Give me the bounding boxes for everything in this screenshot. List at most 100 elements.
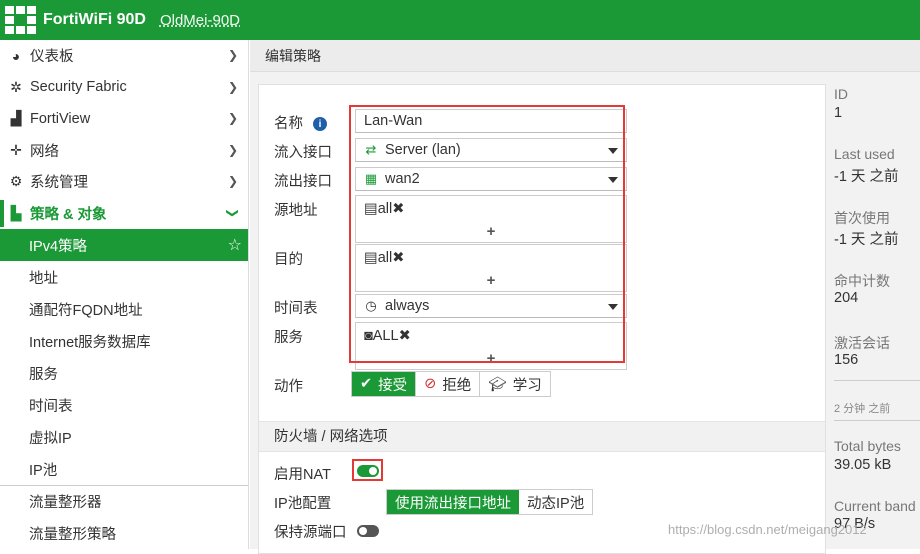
- active-sessions-label: 激活会话: [834, 335, 890, 351]
- add-service-button[interactable]: +: [356, 348, 626, 369]
- sidebar-item-system[interactable]: ⚙ 系统管理 ❯: [0, 166, 248, 198]
- sidebar-subitem-schedules[interactable]: 时间表: [0, 389, 248, 421]
- add-source-button[interactable]: +: [356, 221, 626, 242]
- source-address-field[interactable]: ▤ all ✖ +: [355, 195, 627, 243]
- sidebar-subitem-label: IP池: [29, 462, 58, 479]
- network-icon: ✛: [10, 141, 22, 158]
- sidebar-subitem-shaper[interactable]: 流量整形器: [0, 485, 248, 517]
- outgoing-interface-label: 流出接口: [274, 174, 332, 190]
- action-label: 动作: [274, 379, 303, 395]
- sidebar-subitem-shaping-policy[interactable]: 流量整形策略: [0, 517, 248, 549]
- ippool-config-label: IP池配置: [274, 496, 332, 512]
- sidebar-subitem-ipv4-policy[interactable]: IPv4策略 ☆: [0, 229, 248, 261]
- graduation-cap-icon: 🎓︎: [488, 376, 507, 393]
- info-icon[interactable]: i: [313, 117, 327, 132]
- source-label: 源地址: [274, 203, 318, 219]
- preserve-port-label: 保持源端口: [274, 525, 347, 541]
- sidebar-subitem-isdb[interactable]: Internet服务数据库: [0, 325, 248, 357]
- preserve-port-toggle[interactable]: [357, 525, 379, 537]
- sidebar-subitem-vip[interactable]: 虚拟IP: [0, 421, 248, 453]
- destination-address-field[interactable]: ▤ all ✖ +: [355, 244, 627, 292]
- name-label-text: 名称: [274, 116, 303, 132]
- remove-icon[interactable]: ✖: [399, 328, 411, 344]
- destination-value: all: [377, 249, 393, 266]
- schedule-label: 时间表: [274, 301, 318, 317]
- sidebar-item-fortiview[interactable]: ▟ FortiView ❯: [0, 103, 248, 135]
- learn-label: 学习: [512, 377, 542, 394]
- watermark: https://blog.csdn.net/meigang2012: [668, 522, 867, 537]
- service-entry: ◙ ALL ✖: [356, 323, 626, 348]
- action-toggle-group: ✔ 接受 ⊘ 拒绝 🎓︎ 学习: [351, 371, 551, 397]
- fortinet-logo-icon: [5, 6, 36, 34]
- incoming-interface-label: 流入接口: [274, 145, 332, 161]
- incoming-interface-select[interactable]: ⇄ Server (lan): [355, 138, 627, 162]
- service-field[interactable]: ◙ ALL ✖ +: [355, 322, 627, 370]
- sidebar-item-label: Security Fabric: [30, 79, 127, 96]
- outgoing-interface-select[interactable]: ▦ wan2: [355, 167, 627, 191]
- name-input[interactable]: Lan-Wan: [355, 109, 627, 133]
- destination-entry: ▤ all ✖: [356, 245, 626, 270]
- chevron-down-icon: ❯: [225, 207, 240, 218]
- destination-label: 目的: [274, 252, 303, 268]
- outgoing-interface-value: wan2: [385, 171, 420, 187]
- sidebar-item-network[interactable]: ✛ 网络 ❯: [0, 135, 248, 167]
- sidebar-item-label: 仪表板: [30, 49, 74, 66]
- gear-icon: ⚙: [9, 173, 23, 190]
- schedule-select[interactable]: ◷ always: [355, 294, 627, 318]
- port-icon: ▦: [364, 171, 378, 186]
- caret-down-icon: [608, 304, 618, 310]
- name-input-value: Lan-Wan: [364, 113, 423, 129]
- dashboard-icon: ◕: [11, 47, 21, 64]
- current-bandwidth-label: Current band: [834, 498, 916, 514]
- sidebar-subitem-label: 时间表: [29, 398, 73, 415]
- sidebar-subitem-label: 虚拟IP: [29, 430, 72, 447]
- sidebar-subitem-ippool[interactable]: IP池: [0, 453, 248, 485]
- sidebar: ◕ 仪表板 ❯ ✲ Security Fabric ❯ ▟ FortiView …: [0, 40, 249, 549]
- sidebar-subitem-label: 流量整形策略: [29, 526, 116, 543]
- last-used-label: Last used: [834, 146, 895, 162]
- hostname-link[interactable]: OldMei-90D: [160, 12, 240, 29]
- divider: [834, 420, 920, 421]
- ippool-toggle-group: 使用流出接口地址 动态IP池: [386, 489, 594, 515]
- sidebar-subitem-address[interactable]: 地址: [0, 261, 248, 293]
- use-outgoing-interface-button[interactable]: 使用流出接口地址: [387, 490, 519, 514]
- service-label: 服务: [274, 330, 303, 346]
- remove-icon[interactable]: ✖: [392, 201, 404, 217]
- id-label: ID: [834, 86, 848, 102]
- sidebar-subitem-services[interactable]: 服务: [0, 357, 248, 389]
- total-bytes-value: 39.05 kB: [834, 457, 892, 473]
- add-destination-button[interactable]: +: [356, 270, 626, 291]
- nat-label: 启用NAT: [274, 467, 331, 483]
- deny-button[interactable]: ⊘ 拒绝: [416, 372, 481, 396]
- incoming-interface-value: Server (lan): [385, 142, 461, 158]
- interface-switch-icon: ⇄: [365, 142, 377, 157]
- sidebar-item-security-fabric[interactable]: ✲ Security Fabric ❯: [0, 72, 248, 104]
- sidebar-item-policy-objects[interactable]: ▙ 策略 & 对象 ❯: [0, 198, 248, 230]
- dynamic-ippool-button[interactable]: 动态IP池: [519, 490, 592, 514]
- sidebar-subitem-label: 服务: [29, 366, 58, 383]
- schedule-value: always: [385, 298, 430, 314]
- remove-icon[interactable]: ✖: [392, 250, 404, 266]
- check-icon: ✔: [360, 376, 373, 392]
- sidebar-item-dashboard[interactable]: ◕ 仪表板 ❯: [0, 40, 248, 72]
- chevron-right-icon: ❯: [227, 174, 238, 188]
- sidebar-item-label: FortiView: [30, 110, 91, 127]
- fabric-icon: ✲: [10, 78, 22, 95]
- divider: [834, 380, 920, 381]
- first-used-label: 首次使用: [834, 210, 890, 226]
- firewall-network-options-heading: 防火墙 / 网络选项: [259, 421, 825, 452]
- caret-down-icon: [608, 148, 618, 154]
- deny-icon: ⊘: [424, 376, 437, 392]
- learn-button[interactable]: 🎓︎ 学习: [480, 372, 549, 396]
- sidebar-subitem-fqdn[interactable]: 通配符FQDN地址: [0, 293, 248, 325]
- source-value: all: [377, 200, 393, 217]
- sidebar-subitem-label: Internet服务数据库: [29, 334, 151, 351]
- accept-button[interactable]: ✔ 接受: [352, 372, 417, 396]
- top-bar: FortiWiFi 90D OldMei-90D: [0, 0, 920, 40]
- star-icon[interactable]: ☆: [228, 235, 242, 255]
- nat-toggle[interactable]: [357, 465, 379, 477]
- product-name: FortiWiFi 90D: [43, 11, 146, 28]
- sidebar-subitem-label: 地址: [29, 270, 58, 287]
- last-used-value: -1 天 之前: [834, 169, 899, 185]
- chevron-right-icon: ❯: [227, 48, 238, 62]
